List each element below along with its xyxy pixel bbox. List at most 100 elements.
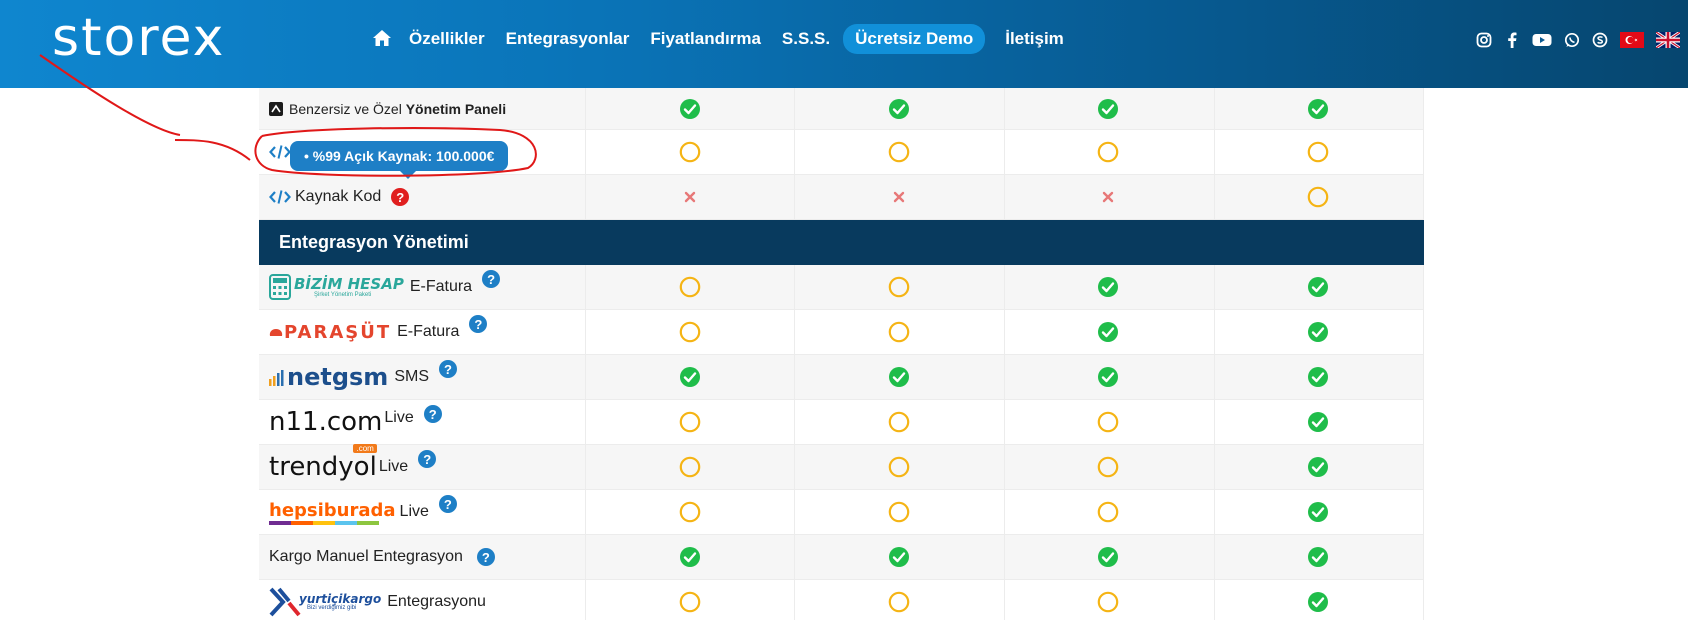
question-icon[interactable]: ? bbox=[418, 450, 437, 468]
feature-label: trendyol .com Live ? bbox=[269, 444, 437, 489]
turkey-flag-icon[interactable] bbox=[1620, 32, 1644, 48]
question-icon[interactable]: ? bbox=[476, 548, 495, 566]
code-icon bbox=[269, 190, 291, 204]
feature-label: Kaynak Kod ? bbox=[269, 175, 410, 219]
feature-label: PARAŞÜT E-Fatura ? bbox=[269, 310, 488, 354]
social-links bbox=[1476, 32, 1688, 48]
circle-icon bbox=[679, 501, 701, 523]
feature-label: yurtiçikargo Bizi verdiğimiz gibi Entegr… bbox=[269, 580, 486, 620]
table-row-bizimhesap: BİZİM HESAP Şirket Yönetim Paketi E-Fatu… bbox=[259, 265, 1424, 310]
integration-label: Live bbox=[384, 409, 414, 426]
check-icon bbox=[888, 546, 910, 568]
hepsiburada-stripe bbox=[269, 520, 379, 525]
table-row-yurtici: yurtiçikargo Bizi verdiğimiz gibi Entegr… bbox=[259, 580, 1424, 620]
parasut-cloud-icon bbox=[269, 329, 283, 336]
circle-icon bbox=[888, 411, 910, 433]
circle-icon bbox=[888, 321, 910, 343]
integration-label: SMS bbox=[394, 368, 429, 385]
parasut-logo: PARAŞÜT bbox=[284, 321, 392, 343]
facebook-icon[interactable] bbox=[1504, 32, 1520, 48]
check-icon bbox=[1097, 546, 1119, 568]
nav-features[interactable]: Özellikler bbox=[409, 29, 485, 49]
section-row: Entegrasyon Yönetimi bbox=[259, 220, 1424, 265]
skype-icon[interactable] bbox=[1592, 32, 1608, 48]
nav-contact[interactable]: İletişim bbox=[1005, 29, 1064, 49]
cross-icon bbox=[1097, 186, 1119, 208]
circle-icon bbox=[888, 501, 910, 523]
storex-logo[interactable]: storex bbox=[52, 8, 225, 68]
check-icon bbox=[888, 366, 910, 388]
uk-flag-icon[interactable] bbox=[1656, 32, 1680, 48]
check-icon bbox=[1097, 98, 1119, 120]
calculator-icon bbox=[269, 274, 291, 300]
circle-icon bbox=[1097, 501, 1119, 523]
code-icon bbox=[269, 145, 291, 159]
integration-label: E-Fatura bbox=[409, 278, 473, 295]
n11-logo: n11.com bbox=[269, 407, 383, 437]
check-icon bbox=[888, 98, 910, 120]
circle-icon bbox=[888, 456, 910, 478]
table-row-netgsm: netgsm SMS ? bbox=[259, 355, 1424, 400]
circle-icon bbox=[679, 141, 701, 163]
check-icon bbox=[679, 546, 701, 568]
nav-integrations[interactable]: Entegrasyonlar bbox=[506, 29, 630, 49]
main-nav: Özellikler Entegrasyonlar Fiyatlandırma … bbox=[372, 24, 1085, 54]
panel-icon bbox=[269, 101, 283, 116]
table-row-parasut: PARAŞÜT E-Fatura ? bbox=[259, 310, 1424, 355]
whatsapp-icon[interactable] bbox=[1564, 32, 1580, 48]
nav-free-demo-button[interactable]: Ücretsiz Demo bbox=[843, 24, 986, 54]
feature-label: n11.com Live ? bbox=[269, 400, 442, 444]
check-icon bbox=[1307, 591, 1329, 613]
check-icon bbox=[1307, 456, 1329, 478]
instagram-icon[interactable] bbox=[1476, 32, 1492, 48]
table-row-source-code: Kaynak Kod ? bbox=[259, 175, 1424, 220]
circle-icon bbox=[1307, 186, 1329, 208]
check-icon bbox=[1097, 321, 1119, 343]
hepsiburada-logo: hepsiburada bbox=[269, 499, 396, 521]
integration-label: Kargo Manuel Entegrasyon bbox=[269, 548, 463, 565]
question-icon[interactable]: ? bbox=[482, 270, 501, 288]
table-row-trendyol: trendyol .com Live ? bbox=[259, 444, 1424, 490]
integration-label: E-Fatura bbox=[397, 323, 460, 340]
circle-icon bbox=[888, 591, 910, 613]
check-icon bbox=[1307, 411, 1329, 433]
nav-pricing[interactable]: Fiyatlandırma bbox=[650, 29, 761, 49]
circle-icon bbox=[679, 321, 701, 343]
check-icon bbox=[1307, 366, 1329, 388]
check-icon bbox=[1307, 98, 1329, 120]
feature-label: Benzersiz ve Özel Yönetim Paneli bbox=[269, 88, 506, 129]
check-icon bbox=[1307, 321, 1329, 343]
table-row-n11: n11.com Live ? bbox=[259, 400, 1424, 445]
circle-icon bbox=[888, 141, 910, 163]
feature-label: hepsiburada Live ? bbox=[269, 490, 457, 534]
question-icon[interactable]: ? bbox=[391, 188, 410, 206]
integration-label: Live bbox=[399, 503, 429, 520]
circle-icon bbox=[1097, 591, 1119, 613]
nav-faq[interactable]: S.S.S. bbox=[782, 29, 830, 49]
home-icon[interactable] bbox=[372, 28, 394, 50]
feature-label-prefix: Benzersiz ve Özel bbox=[289, 100, 402, 117]
integration-label: Live bbox=[378, 458, 409, 475]
table-row-cargo-manual: Kargo Manuel Entegrasyon ? bbox=[259, 535, 1424, 580]
table-row-hepsiburada: hepsiburada Live ? bbox=[259, 490, 1424, 535]
site-header: storex Özellikler Entegrasyonlar Fiyatla… bbox=[0, 0, 1688, 88]
yurtici-logo: yurtiçikargo bbox=[299, 592, 382, 606]
question-icon[interactable]: ? bbox=[469, 315, 488, 333]
circle-icon bbox=[1097, 141, 1119, 163]
circle-icon bbox=[679, 591, 701, 613]
netgsm-logo: netgsm bbox=[287, 363, 389, 391]
question-icon[interactable]: ? bbox=[438, 360, 457, 378]
question-icon[interactable]: ? bbox=[423, 405, 442, 423]
yurtici-logo-subtitle: Bizi verdiğimiz gibi bbox=[307, 605, 357, 611]
circle-icon bbox=[679, 456, 701, 478]
feature-label: netgsm SMS ? bbox=[269, 355, 457, 399]
circle-icon bbox=[1097, 411, 1119, 433]
bizimhesap-logo: BİZİM HESAP bbox=[294, 274, 404, 293]
check-icon bbox=[679, 366, 701, 388]
circle-icon bbox=[679, 411, 701, 433]
trendyol-logo: trendyol bbox=[269, 452, 377, 482]
question-icon[interactable]: ? bbox=[438, 495, 457, 513]
cross-icon bbox=[888, 186, 910, 208]
youtube-icon[interactable] bbox=[1532, 32, 1552, 48]
feature-label-bold: Yönetim Paneli bbox=[405, 100, 507, 117]
